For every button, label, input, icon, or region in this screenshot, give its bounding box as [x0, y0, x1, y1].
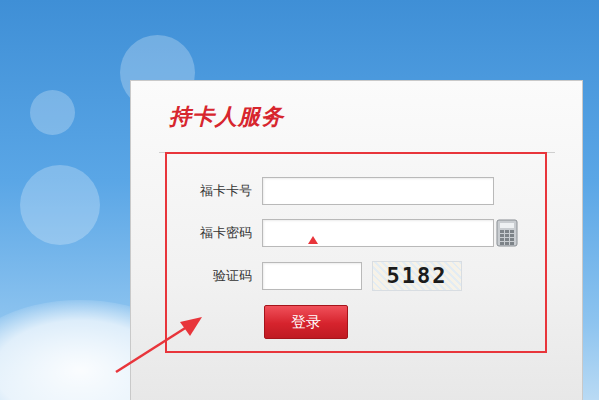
field-label: 验证码	[167, 266, 252, 286]
highlight-box: 福卡卡号福卡密码验证码 5182 登录	[165, 152, 547, 353]
field-label: 福卡密码	[167, 223, 252, 243]
cloud	[30, 90, 75, 135]
arrow-icon	[112, 312, 207, 377]
panel-title: 持卡人服务	[131, 81, 582, 152]
caret-icon	[308, 236, 318, 244]
form-row: 福卡卡号	[167, 177, 545, 205]
login-panel: 持卡人服务 福卡卡号福卡密码验证码 5182 登录	[130, 80, 583, 400]
password-input[interactable]	[262, 219, 494, 247]
captcha-image[interactable]: 5182	[372, 261, 462, 291]
form-row: 验证码 5182	[167, 261, 545, 291]
card-number-input[interactable]	[262, 177, 494, 205]
field-label: 福卡卡号	[167, 181, 252, 201]
cloud	[20, 165, 100, 245]
captcha-input[interactable]	[262, 262, 362, 290]
login-button[interactable]: 登录	[264, 305, 348, 339]
password-group	[262, 219, 518, 247]
form-row: 福卡密码	[167, 219, 545, 247]
keyboard-icon[interactable]	[496, 219, 518, 247]
